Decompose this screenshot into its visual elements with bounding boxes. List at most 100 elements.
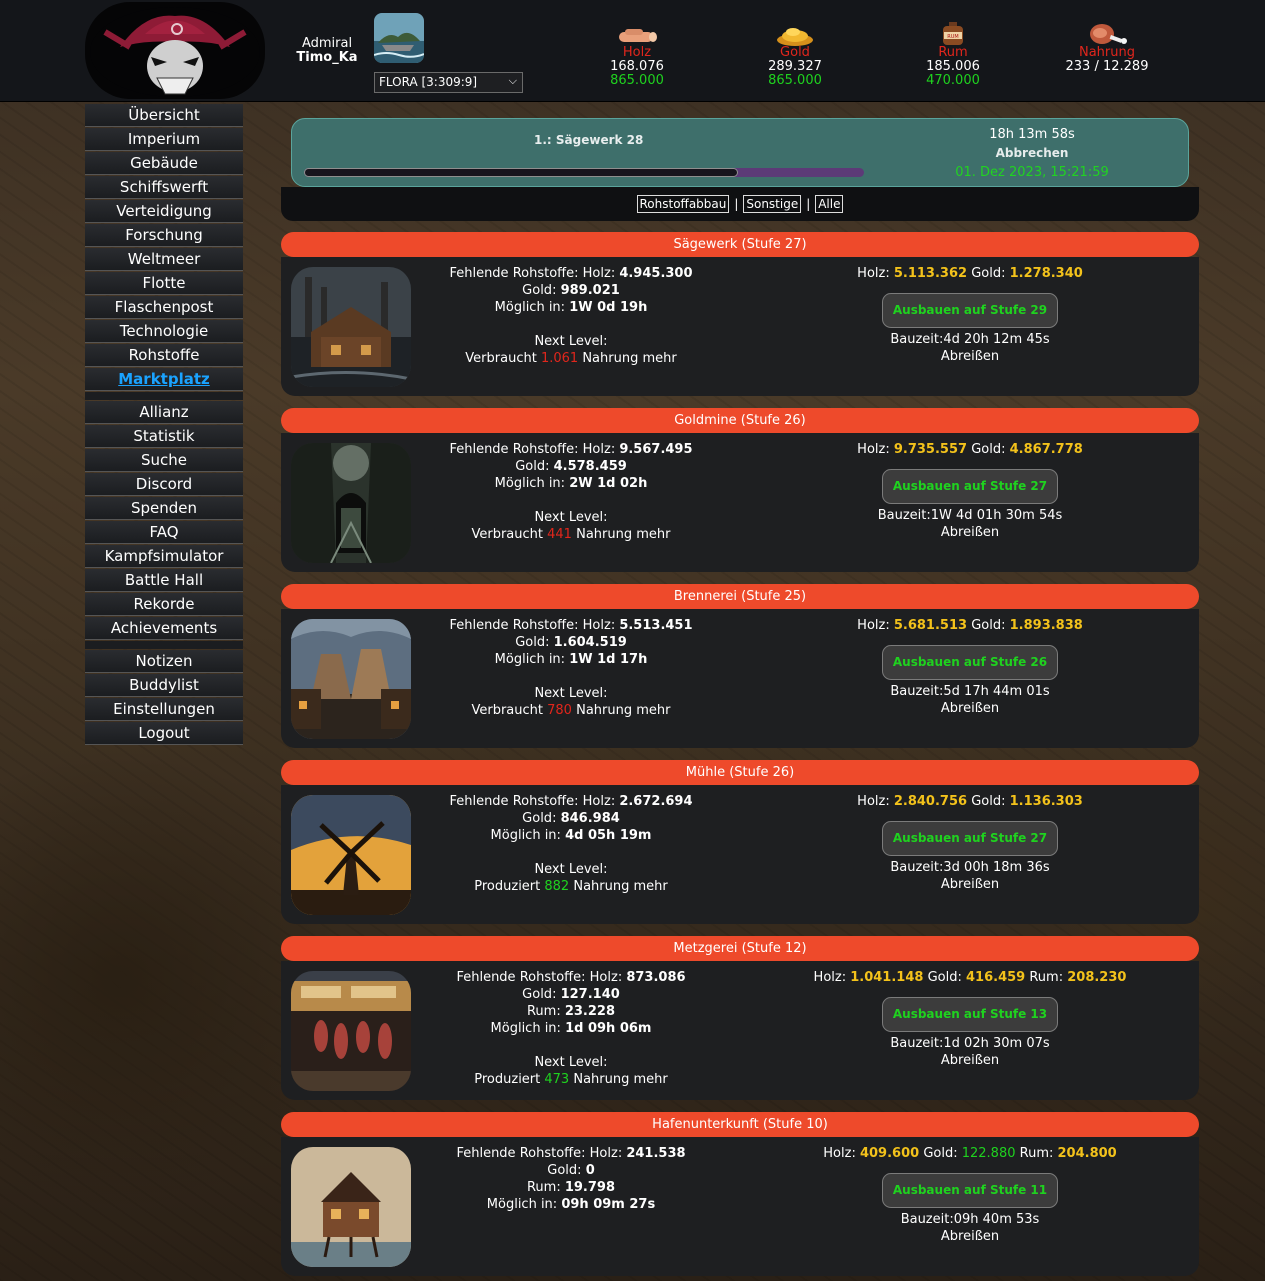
building-title[interactable]: Hafenunterkunft (Stufe 10) [281, 1112, 1199, 1137]
possible-label: Möglich in: [486, 1197, 558, 1212]
island-select[interactable]: FLORA [3:309:9] ⌵ [374, 72, 523, 93]
demolish-link[interactable]: Abreißen [761, 1228, 1179, 1245]
nav-item-kampfsimulator[interactable]: Kampfsimulator [85, 545, 243, 568]
building-panel: Sägewerk (Stufe 27) Fehlende Rohstoffe: … [281, 232, 1199, 396]
cost-resource-name: Gold [927, 970, 958, 985]
nav-item-rekorde[interactable]: Rekorde [85, 593, 243, 616]
building-image[interactable] [291, 971, 411, 1091]
upgrade-button[interactable]: Ausbauen auf Stufe 13 [881, 997, 1059, 1032]
possible-label: Möglich in: [490, 828, 561, 843]
resource-name: Rum [938, 45, 968, 60]
nav-item-einstellungen[interactable]: Einstellungen [85, 698, 243, 721]
build-time-label: Bauzeit: [890, 684, 944, 699]
possible-value: 4d 05h 19m [565, 828, 652, 843]
build-time-label: Bauzeit: [890, 860, 944, 875]
building-filter-bar: Rohstoffabbau | Sonstige | Alle [281, 187, 1199, 221]
nav-item-forschung[interactable]: Forschung [85, 224, 243, 247]
building-image[interactable] [291, 1147, 411, 1267]
filter-other[interactable]: Sonstige [743, 195, 802, 213]
nav-item-notizen[interactable]: Notizen [85, 650, 243, 673]
nav-item-suche[interactable]: Suche [85, 449, 243, 472]
building-title[interactable]: Goldmine (Stufe 26) [281, 408, 1199, 433]
missing-resource: Gold: 1.604.519 [515, 635, 627, 650]
nav-item-rohstoffe[interactable]: Rohstoffe [85, 344, 243, 367]
build-time: Bauzeit:3d 00h 18m 36s [761, 859, 1179, 876]
game-logo[interactable] [85, 2, 265, 99]
build-queue: 1.: Sägewerk 28 18h 13m 58s Abbrechen 01… [291, 118, 1189, 187]
resource-amount: 168.076 [610, 59, 664, 74]
player-name[interactable]: Timo_Ka [292, 51, 362, 65]
nav-item-statistik[interactable]: Statistik [85, 425, 243, 448]
building-title[interactable]: Sägewerk (Stufe 27) [281, 232, 1199, 257]
upgrade-section: Holz: 9.735.557 Gold: 4.867.778 Ausbauen… [761, 441, 1179, 541]
demolish-link[interactable]: Abreißen [761, 524, 1179, 541]
demolish-link[interactable]: Abreißen [761, 876, 1179, 893]
nav-item-discord[interactable]: Discord [85, 473, 243, 496]
next-level-label: Next Level: [534, 1055, 608, 1070]
filter-resource-production[interactable]: Rohstoffabbau [636, 195, 730, 213]
building-body: Fehlende Rohstoffe: Holz: 873.086 Gold: 1… [281, 961, 1199, 1100]
nav-item-faq[interactable]: FAQ [85, 521, 243, 544]
cost-resource-value: 409.600 [859, 1146, 920, 1161]
demolish-link[interactable]: Abreißen [761, 348, 1179, 365]
nav-item-marktplatz[interactable]: Marktplatz [85, 368, 243, 391]
nav-item-flotte[interactable]: Flotte [85, 272, 243, 295]
missing-resource-name: Rum [526, 1004, 557, 1019]
nav-item-ubersicht[interactable]: Übersicht [85, 104, 243, 127]
building-title[interactable]: Mühle (Stufe 26) [281, 760, 1199, 785]
build-time-value: 3d 00h 18m 36s [943, 860, 1050, 875]
demolish-link[interactable]: Abreißen [761, 700, 1179, 717]
effect-suffix: Nahrung mehr [576, 703, 671, 718]
nav-item-battle-hall[interactable]: Battle Hall [85, 569, 243, 592]
next-level-label: Next Level: [534, 510, 608, 525]
island-thumbnail[interactable] [374, 13, 424, 63]
building-image[interactable] [291, 443, 411, 563]
upgrade-button[interactable]: Ausbauen auf Stufe 11 [881, 1173, 1059, 1208]
cost-resource-name: Gold [971, 794, 1002, 809]
possible-value: 2W 1d 02h [569, 476, 648, 491]
nav-item-logout[interactable]: Logout [85, 722, 243, 745]
missing-label: Fehlende Rohstoffe: [456, 1146, 586, 1161]
demolish-link[interactable]: Abreißen [761, 1052, 1179, 1069]
nav-separator [85, 392, 243, 400]
building-title[interactable]: Brennerei (Stufe 25) [281, 584, 1199, 609]
gold-icon [735, 16, 855, 46]
upgrade-section: Holz: 5.113.362 Gold: 1.278.340 Ausbauen… [761, 265, 1179, 365]
nav-item-buddylist[interactable]: Buddylist [85, 674, 243, 697]
queue-cancel-link[interactable]: Abbrechen [932, 146, 1132, 160]
building-image[interactable] [291, 267, 411, 387]
missing-resources: Fehlende Rohstoffe: Holz: 873.086 Gold: 1… [431, 969, 711, 1088]
effect-suffix: Nahrung mehr [582, 351, 677, 366]
missing-resource-name: Gold [522, 811, 553, 826]
building-image[interactable] [291, 795, 411, 915]
filter-all[interactable]: Alle [815, 195, 844, 213]
resource-wood: Holz 168.076 865.000 [577, 16, 697, 88]
cost-resource-name: Holz [823, 1146, 852, 1161]
nav-item-gebaude[interactable]: Gebäude [85, 152, 243, 175]
nav-item-technologie[interactable]: Technologie [85, 320, 243, 343]
possible-in: Möglich in: 4d 05h 19m [431, 827, 711, 844]
nav-item-weltmeer[interactable]: Weltmeer [85, 248, 243, 271]
nav-item-imperium[interactable]: Imperium [85, 128, 243, 151]
nav-item-allianz[interactable]: Allianz [85, 401, 243, 424]
missing-resource-value: 23.228 [564, 1004, 616, 1019]
upgrade-button[interactable]: Ausbauen auf Stufe 27 [881, 469, 1059, 504]
missing-resource: Rum: 23.228 [526, 1004, 616, 1019]
nav-item-schiffswerft[interactable]: Schiffswerft [85, 176, 243, 199]
top-bar: Admiral Timo_Ka FLORA [3:309:9] ⌵ Holz 1… [0, 0, 1265, 102]
upgrade-button[interactable]: Ausbauen auf Stufe 26 [881, 645, 1059, 680]
nav-item-achievements[interactable]: Achievements [85, 617, 243, 640]
effect-value: 780 [547, 703, 572, 718]
nav-item-flaschenpost[interactable]: Flaschenpost [85, 296, 243, 319]
next-level-effect: Verbraucht 780 Nahrung mehr [431, 702, 711, 719]
nav-item-spenden[interactable]: Spenden [85, 497, 243, 520]
meat-icon [1047, 16, 1167, 46]
queue-progress-bar [304, 168, 864, 177]
nav-item-verteidigung[interactable]: Verteidigung [85, 200, 243, 223]
building-title[interactable]: Metzgerei (Stufe 12) [281, 936, 1199, 961]
filter-separator: | [734, 197, 739, 211]
upgrade-button[interactable]: Ausbauen auf Stufe 29 [881, 293, 1059, 328]
cost-resource-value: 2.840.756 [893, 794, 968, 809]
upgrade-button[interactable]: Ausbauen auf Stufe 27 [881, 821, 1059, 856]
building-image[interactable] [291, 619, 411, 739]
